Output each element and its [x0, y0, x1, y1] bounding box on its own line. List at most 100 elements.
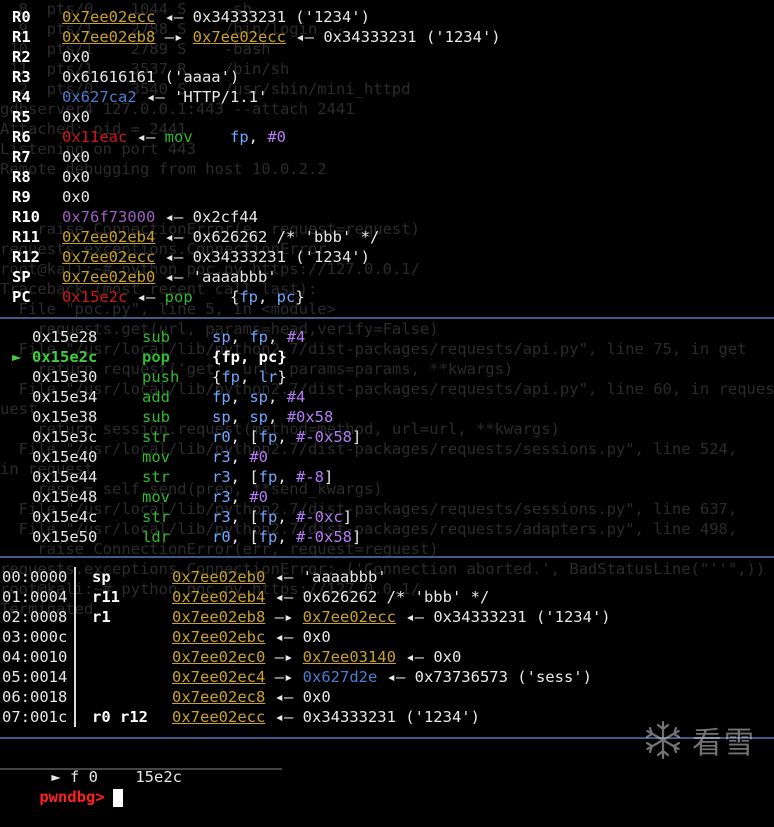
value-text: , — [248, 128, 268, 146]
value-text: pop — [164, 288, 230, 306]
pointer-address[interactable]: 0x7ee03140 — [303, 648, 396, 666]
deref-arrow: —▸ — [265, 648, 303, 666]
register-name: PC — [12, 288, 31, 306]
pointer-address[interactable]: 0x7ee02ecc — [172, 708, 265, 726]
stack-register-tags: r11 — [92, 588, 120, 606]
deref-arrow: ◂— — [265, 628, 303, 646]
disasm-row: 0x15e3c str r0, [fp, #-0x58] — [12, 427, 361, 447]
disasm-row: 0x15e48 mov r3, #0 — [12, 487, 268, 507]
pointer-address[interactable]: 0x7ee02eb8 — [172, 608, 265, 626]
value-text: #-0xc — [296, 508, 343, 526]
stack-offset: 05:0014 — [2, 668, 68, 686]
instruction-address: 0x15e28 — [32, 328, 98, 346]
pointer-address[interactable]: 0x7ee02ec4 — [172, 668, 265, 686]
deref-arrow: ◂— — [127, 128, 165, 146]
deref-arrow: ◂— — [265, 688, 303, 706]
pointer-address[interactable]: 0x7ee02ecc — [303, 608, 396, 626]
value-text: 0x0 — [62, 48, 90, 66]
value-text: 0x0 — [62, 108, 90, 126]
pointer-address[interactable]: 0x7ee02eb0 — [62, 268, 155, 286]
value-text: r3 — [212, 468, 231, 486]
deref-arrow: ◂— — [265, 708, 303, 726]
instruction-mnemonic: push — [142, 368, 180, 386]
stack-register-tags: r0 r12 — [92, 708, 148, 726]
register-name: R10 — [12, 208, 40, 226]
value-text: , — [230, 388, 250, 406]
pointer-address[interactable]: 0x627d2e — [303, 668, 378, 686]
pointer-address[interactable]: 0x7ee02ecc — [193, 28, 286, 46]
deref-arrow: ◂— — [265, 568, 303, 586]
pointer-address[interactable]: 0x15e2c — [62, 288, 127, 306]
stack-offset: 07:001c — [2, 708, 68, 726]
pointer-address[interactable]: 0x7ee02eb4 — [62, 228, 155, 246]
value-text: 0x0 — [302, 688, 331, 706]
value-text: fp — [229, 128, 249, 146]
terminal-cursor[interactable] — [112, 788, 123, 807]
instruction-mnemonic: str — [142, 468, 170, 486]
register-row: R5 0x0 — [12, 107, 90, 127]
separator-disasm — [0, 317, 774, 319]
pointer-address[interactable]: 0x11eac — [62, 128, 127, 146]
value-text: , [ — [230, 508, 259, 526]
value-text: mov — [164, 128, 230, 146]
instruction-address: 0x15e3c — [32, 428, 98, 446]
value-text: lr — [258, 368, 278, 386]
disasm-row: 0x15e44 str r3, [fp, #-8] — [12, 467, 333, 487]
disasm-row: 0x15e4c str r3, [fp, #-0xc] — [12, 507, 352, 527]
pointer-address[interactable]: 0x7ee02ecc — [62, 248, 155, 266]
pointer-address[interactable]: 0x7ee02ec8 — [172, 688, 265, 706]
register-name: R0 — [12, 8, 31, 26]
stack-row: 02:0008 r1 0x7ee02eb8 —▸ 0x7ee02ecc ◂— 0x3… — [2, 607, 611, 627]
value-text: 0x2cf44 — [192, 208, 258, 226]
instruction-mnemonic: add — [142, 388, 170, 406]
register-row: R3 0x61616161 ('aaaa') — [12, 67, 239, 87]
value-text: sp — [249, 408, 269, 426]
stack-row: 07:001c r0 r12 0x7ee02ecc ◂— 0x34333231 ('… — [2, 707, 480, 727]
pointer-address[interactable]: 0x7ee02eb8 — [62, 28, 155, 46]
deref-arrow: ◂— — [155, 228, 193, 246]
kanxue-watermark: 看雪 — [642, 718, 756, 762]
value-text: 0x0 — [62, 148, 90, 166]
disasm-row: ► 0x15e2c pop {fp, pc} — [12, 347, 287, 367]
value-text: , — [277, 528, 297, 546]
value-text: sp — [212, 328, 231, 346]
prompt-input-underline — [0, 768, 282, 770]
value-text: , — [240, 368, 259, 386]
pointer-address[interactable]: 0x7ee02ecc — [62, 8, 155, 26]
command-prompt-line[interactable]: pwndbg> — [2, 767, 123, 807]
instruction-address: 0x15e4c — [32, 508, 98, 526]
value-text: 0x0 — [433, 648, 462, 666]
stack-offset: 04:0010 — [2, 648, 68, 666]
value-text: 0x34333231 ('1234') — [302, 708, 480, 726]
value-text: 0x73736573 ('sess') — [414, 668, 592, 686]
disasm-row: 0x15e30 push {fp, lr} — [12, 367, 287, 387]
value-text: , [ — [230, 528, 259, 546]
deref-arrow: ◂— — [155, 8, 193, 26]
instruction-address: 0x15e2c — [32, 348, 98, 366]
pointer-address[interactable]: 0x76f73000 — [62, 208, 155, 226]
value-text: } — [295, 288, 305, 306]
register-row: R12 0x7ee02ecc ◂— 0x34333231 ('1234') — [12, 247, 370, 267]
register-name: R3 — [12, 68, 31, 86]
disasm-row: 0x15e38 sub sp, sp, #0x58 — [12, 407, 333, 427]
register-name: SP — [12, 268, 31, 286]
disasm-row: 0x15e40 mov r3, #0 — [12, 447, 268, 467]
value-text: 0x34333231 ('1234') — [433, 608, 611, 626]
value-text: fp — [258, 508, 278, 526]
value-text: ] — [324, 468, 334, 486]
pointer-address[interactable]: 0x7ee02eb0 — [172, 568, 265, 586]
register-row: R2 0x0 — [12, 47, 90, 67]
stack-row: 04:0010 0x7ee02ec0 —▸ 0x7ee03140 ◂— 0x0 — [2, 647, 461, 667]
pointer-address[interactable]: 0x7ee02eb4 — [172, 588, 265, 606]
instruction-mnemonic: ldr — [142, 528, 170, 546]
pointer-address[interactable]: 0x627ca2 — [62, 88, 137, 106]
value-text: fp — [221, 368, 241, 386]
instruction-mnemonic: str — [142, 428, 170, 446]
value-text: , — [268, 388, 287, 406]
register-row: R7 0x0 — [12, 147, 90, 167]
watermark-text: 看雪 — [692, 726, 756, 761]
pointer-address[interactable]: 0x7ee02ebc — [172, 628, 265, 646]
pointer-address[interactable]: 0x7ee02ec0 — [172, 648, 265, 666]
stack-offset: 01:0004 — [2, 588, 68, 606]
value-text: , — [277, 468, 297, 486]
